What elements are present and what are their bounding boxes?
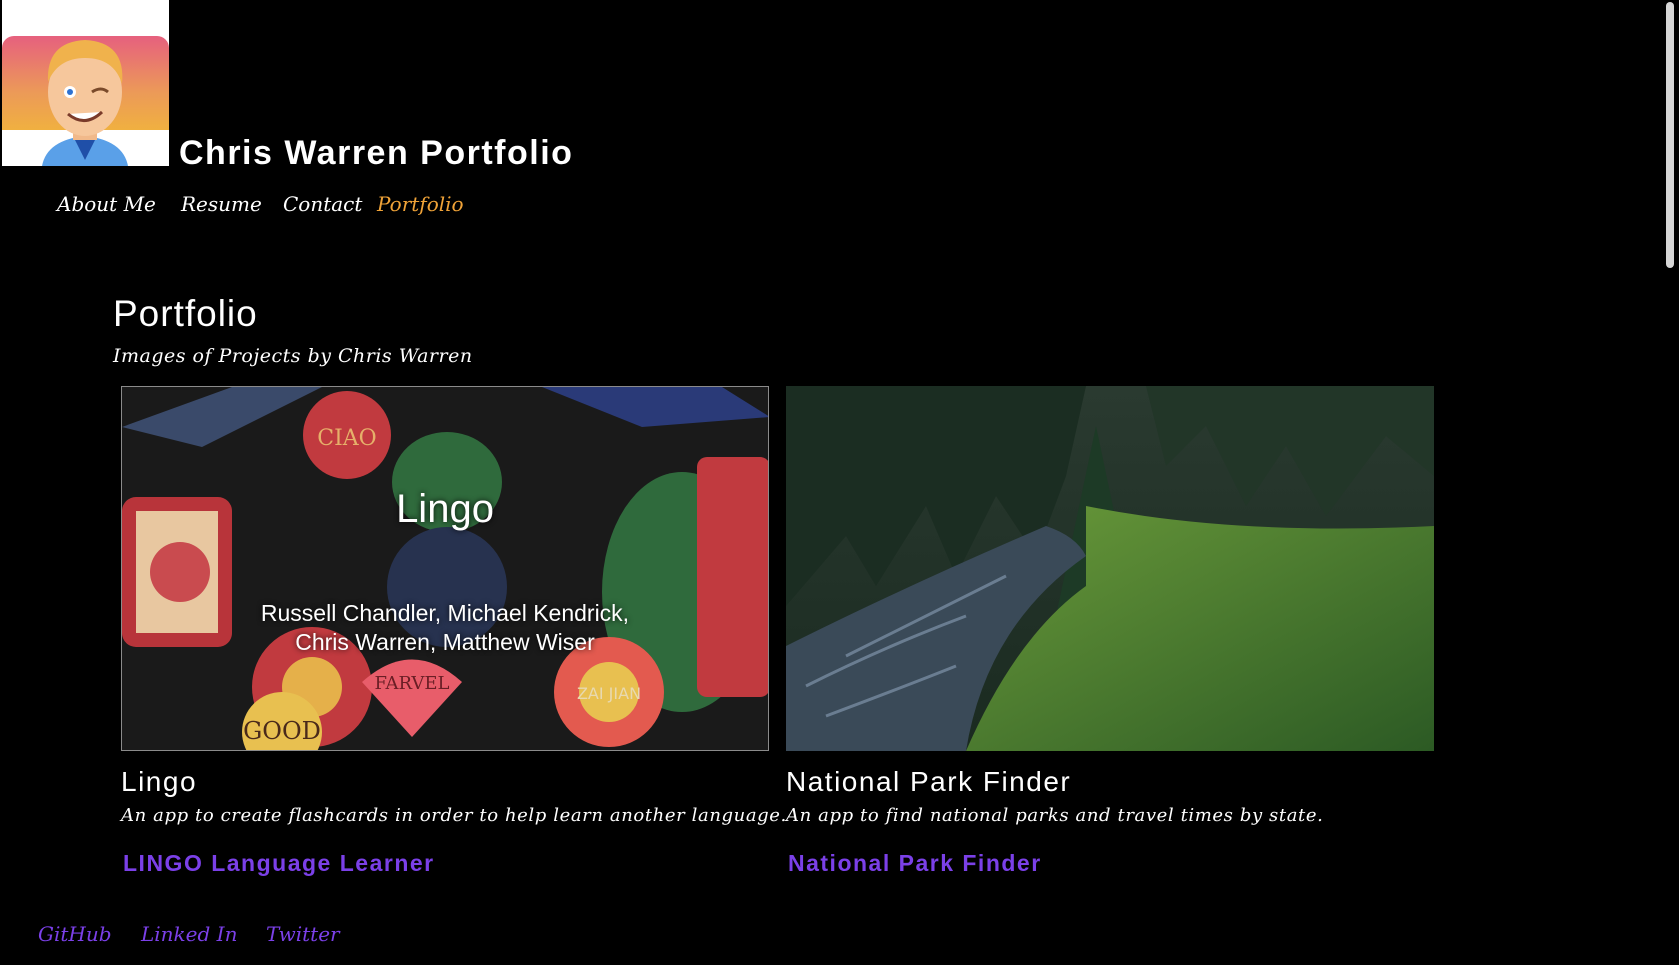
avatar-face-icon [42, 40, 128, 166]
site-title: Chris Warren Portfolio [179, 134, 574, 172]
national-park-project-link[interactable]: National Park Finder [788, 850, 1042, 877]
nav-about-me[interactable]: About Me [57, 192, 156, 216]
lingo-pattern-art: CIAO FARVEL GOOD ZAI JIAN [122, 387, 768, 750]
good-text: GOOD [243, 717, 321, 745]
lingo-project-link[interactable]: LINGO Language Learner [123, 850, 435, 877]
footer-twitter-link[interactable]: Twitter [266, 922, 340, 946]
forest-river-art [786, 386, 1434, 751]
avatar [2, 0, 169, 166]
project-description: An app to create flashcards in order to … [121, 805, 787, 826]
project-title: National Park Finder [786, 766, 1072, 797]
nav-portfolio[interactable]: Portfolio [377, 192, 464, 216]
scrollbar-thumb[interactable] [1666, 2, 1674, 268]
project-card-national-park-finder: National Park Finder An app to find nati… [786, 386, 1434, 876]
footer-linkedin-link[interactable]: Linked In [141, 922, 237, 946]
footer-github-link[interactable]: GitHub [38, 922, 112, 946]
project-title: Lingo [121, 766, 198, 797]
nav-resume[interactable]: Resume [181, 192, 262, 216]
project-description: An app to find national parks and travel… [786, 805, 1324, 826]
farvel-text: FARVEL [375, 673, 450, 694]
lingo-project-image[interactable]: CIAO FARVEL GOOD ZAI JIAN Lingo Russell … [121, 386, 769, 751]
nav-contact[interactable]: Contact [283, 192, 362, 216]
page-subtitle: Images of Projects by Chris Warren [113, 345, 473, 367]
ciao-text: CIAO [317, 426, 376, 451]
page-title: Portfolio [113, 293, 258, 334]
lingo-image-names: Russell Chandler, Michael Kendrick, Chri… [260, 600, 630, 655]
zai-jian-text: ZAI JIAN [577, 684, 641, 703]
project-card-lingo: CIAO FARVEL GOOD ZAI JIAN Lingo Russell … [121, 386, 786, 876]
lingo-image-title: Lingo [396, 487, 494, 531]
page-scrollbar[interactable] [1662, 0, 1679, 965]
national-park-project-image[interactable] [786, 386, 1434, 751]
